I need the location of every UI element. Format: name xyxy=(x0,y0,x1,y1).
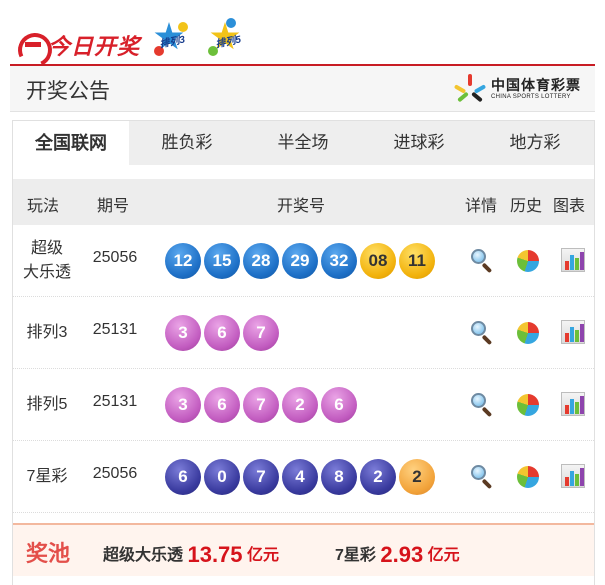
tab-shengfucai[interactable]: 胜负彩 xyxy=(129,121,245,165)
pie-chart-icon[interactable] xyxy=(515,319,541,345)
org-name: 中国体育彩票 xyxy=(491,76,581,93)
page-frame: 今日开奖 排列3 排列5 开奖公告 中国体育彩票 CHINA SPORTS LO… xyxy=(10,0,595,585)
number-ball: 7 xyxy=(243,459,279,495)
number-ball: 0 xyxy=(204,459,240,495)
china-sports-lottery-logo: 中国体育彩票 CHINA SPORTS LOTTERY xyxy=(453,74,581,104)
site-logo[interactable]: 今日开奖 xyxy=(16,28,140,62)
number-ball: 28 xyxy=(243,243,279,279)
jackpot-game: 7星彩 xyxy=(335,547,376,564)
winning-numbers: 367 xyxy=(165,315,279,351)
magnifier-icon[interactable] xyxy=(469,463,495,490)
game-name[interactable]: 7星彩 xyxy=(17,465,77,489)
game-name-line: 排列5 xyxy=(26,396,68,413)
number-ball: 12 xyxy=(165,243,201,279)
pie-chart-icon[interactable] xyxy=(515,391,541,417)
jackpot-item-qxc: 7星彩 2.93 亿元 xyxy=(335,540,460,567)
tab-bar: 全国联网 胜负彩 半全场 进球彩 地方彩 xyxy=(13,121,594,165)
pie-chart-icon[interactable] xyxy=(515,247,541,273)
table-header: 玩法 期号 开奖号 详情 历史 图表 xyxy=(13,179,594,225)
brand-bar: 今日开奖 排列3 排列5 xyxy=(10,0,595,66)
col-chart: 图表 xyxy=(553,198,586,215)
table-row: 排列3 25131 3 6 7 xyxy=(13,297,594,369)
lottery-logo-icon xyxy=(453,74,487,104)
pailie3-badge-label: 排列3 xyxy=(158,34,187,51)
jackpot-bar: 奖池 超级大乐透 13.75 亿元 7星彩 2.93 亿元 xyxy=(13,523,594,576)
number-ball: 6 xyxy=(204,315,240,351)
game-name-line: 7星彩 xyxy=(26,468,68,485)
pailie5-badge[interactable]: 排列5 xyxy=(206,18,248,60)
bar-chart-icon[interactable] xyxy=(560,463,586,489)
issue-number: 25056 xyxy=(92,465,138,482)
game-name[interactable]: 排列3 xyxy=(17,321,77,345)
page-title: 开奖公告 xyxy=(26,80,110,103)
logo-mark-icon xyxy=(16,30,46,60)
table-row: 超级大乐透 25056 12 15 28 29 32 08 11 xyxy=(13,225,594,297)
org-name-en: CHINA SPORTS LOTTERY xyxy=(491,93,571,100)
number-ball: 7 xyxy=(243,315,279,351)
jackpot-unit: 亿元 xyxy=(427,547,460,564)
tab-local[interactable]: 地方彩 xyxy=(477,121,593,165)
number-ball: 2 xyxy=(399,459,435,495)
jackpot-item-dlt: 超级大乐透 13.75 亿元 xyxy=(103,540,279,567)
card-bottom xyxy=(13,576,594,585)
winning-numbers: 6074822 xyxy=(165,459,435,495)
number-ball: 3 xyxy=(165,315,201,351)
number-ball: 3 xyxy=(165,387,201,423)
issue-number: 25131 xyxy=(92,321,138,338)
number-ball: 6 xyxy=(321,387,357,423)
col-issue: 期号 xyxy=(97,198,130,215)
game-name[interactable]: 排列5 xyxy=(17,393,77,417)
bar-chart-icon[interactable] xyxy=(560,391,586,417)
number-ball: 4 xyxy=(282,459,318,495)
col-numbers: 开奖号 xyxy=(277,198,326,215)
game-name-line: 超级 xyxy=(30,240,63,257)
number-ball: 08 xyxy=(360,243,396,279)
pailie3-badge[interactable]: 排列3 xyxy=(150,18,192,60)
section-header: 开奖公告 中国体育彩票 CHINA SPORTS LOTTERY xyxy=(10,66,595,112)
jackpot-amount: 2.93 xyxy=(380,542,424,567)
number-ball: 29 xyxy=(282,243,318,279)
number-ball: 11 xyxy=(399,243,435,279)
number-ball: 2 xyxy=(360,459,396,495)
magnifier-icon[interactable] xyxy=(469,319,495,346)
col-history: 历史 xyxy=(510,198,543,215)
game-name[interactable]: 超级 大乐透 xyxy=(17,237,77,285)
winning-numbers: 36726 xyxy=(165,387,357,423)
issue-number: 25056 xyxy=(92,249,138,266)
game-name-line: 大乐透 xyxy=(22,264,71,281)
pailie5-badge-label: 排列5 xyxy=(214,34,243,51)
number-ball: 2 xyxy=(282,387,318,423)
site-logo-text: 今日开奖 xyxy=(48,34,141,59)
number-ball: 32 xyxy=(321,243,357,279)
tab-national[interactable]: 全国联网 xyxy=(13,121,129,165)
table-row: 排列5 25131 3 6 7 2 6 xyxy=(13,369,594,441)
col-detail: 详情 xyxy=(465,198,498,215)
number-ball: 6 xyxy=(165,459,201,495)
tab-jinqiucai[interactable]: 进球彩 xyxy=(361,121,477,165)
magnifier-icon[interactable] xyxy=(469,391,495,418)
jackpot-game: 超级大乐透 xyxy=(103,547,184,564)
number-ball: 6 xyxy=(204,387,240,423)
issue-number: 25131 xyxy=(92,393,138,410)
number-ball: 8 xyxy=(321,459,357,495)
ball-dot-icon xyxy=(226,18,236,28)
magnifier-icon[interactable] xyxy=(469,247,495,274)
tab-banquanchang[interactable]: 半全场 xyxy=(245,121,361,165)
number-ball: 7 xyxy=(243,387,279,423)
jackpot-label: 奖池 xyxy=(26,541,71,566)
results-card: 全国联网 胜负彩 半全场 进球彩 地方彩 玩法 期号 开奖号 详情 历史 图表 … xyxy=(12,120,595,585)
table-row: 7星彩 25056 6 0 7 4 8 2 2 xyxy=(13,441,594,513)
pie-chart-icon[interactable] xyxy=(515,463,541,489)
jackpot-amount: 13.75 xyxy=(187,542,243,567)
game-name-line: 排列3 xyxy=(26,324,68,341)
tab-spacer xyxy=(13,165,594,179)
jackpot-unit: 亿元 xyxy=(246,547,279,564)
bar-chart-icon[interactable] xyxy=(560,319,586,345)
winning-numbers: 12 15 28 29 32 08 11 xyxy=(165,243,435,279)
col-game: 玩法 xyxy=(27,198,60,215)
number-ball: 15 xyxy=(204,243,240,279)
bar-chart-icon[interactable] xyxy=(560,247,586,273)
